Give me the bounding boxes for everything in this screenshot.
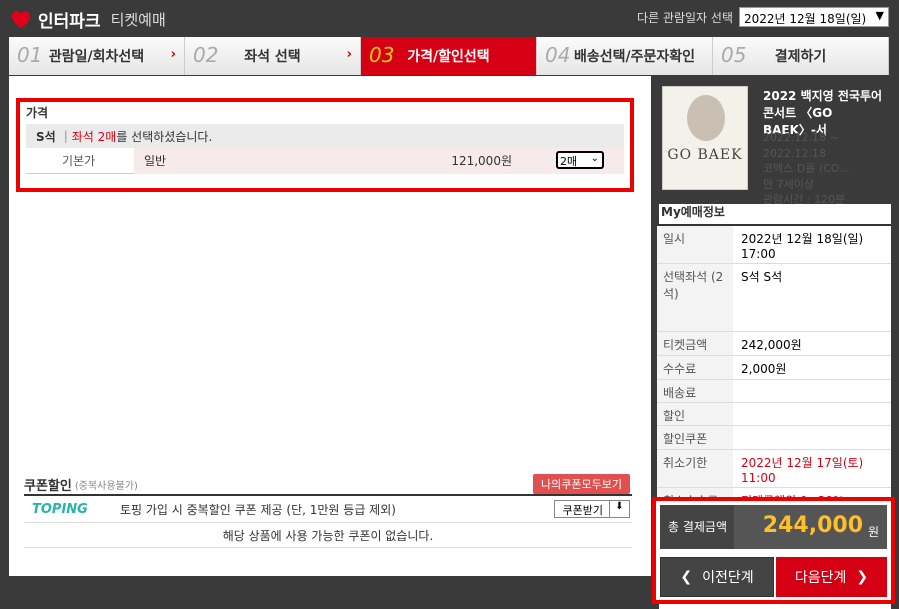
show-runtime: 관람시간 : 120분 <box>763 193 846 206</box>
seat-count-highlight: 좌석 2매 <box>71 129 117 144</box>
info-key: 취소기한 <box>657 450 733 487</box>
step-4[interactable]: 04 배송선택/주문자확인 <box>537 37 713 75</box>
info-row-discount: 할인 <box>657 403 891 426</box>
coupon-note: (중복사용불가) <box>74 480 138 492</box>
info-key: 일시 <box>657 226 733 263</box>
coupon-header: 쿠폰할인 (중복사용불가) 나의쿠폰모두보기 <box>24 474 632 496</box>
price-type: 기본가 <box>62 154 96 168</box>
info-value: S석 S석 <box>741 270 783 284</box>
step-label: 결제하기 <box>774 49 827 65</box>
info-value: 2022년 12월 18일(일) 17:00 <box>741 232 864 261</box>
logo-subtitle: 티켓예매 <box>110 11 166 29</box>
info-key: 티켓금액 <box>657 332 733 355</box>
step-navigation: 01 관람일/회차선택 › 02 좌석 선택 › 03 가격/할인선택 04 배… <box>9 37 889 75</box>
chevron-down-icon: ⌄ <box>590 152 599 164</box>
next-step-label: 다음단계 <box>794 570 847 586</box>
step-label: 가격/할인선택 <box>407 49 490 65</box>
info-row-seats: 선택좌석 (2석) S석 S석 <box>657 264 891 332</box>
show-venue: 코엑스 D홀 (CO... <box>763 162 850 175</box>
date-select-value: 2022년 12월 18일(일) <box>744 12 867 26</box>
coupon-row: TOPING 토핑 가입 시 중복할인 쿠폰 제공 (단, 1만원 등급 제외)… <box>24 497 632 523</box>
poster-title: GO BAEK <box>667 147 743 163</box>
show-info: 2022.12.18 ~ 2022.12.18 코엑스 D홀 (CO... 만 … <box>763 130 889 208</box>
total-bar: 총 결제금액 244,000 원 <box>660 505 887 549</box>
info-value <box>733 403 891 425</box>
info-row-ticket-amount: 티켓금액 242,000원 <box>657 332 891 356</box>
info-key: 배송료 <box>657 380 733 402</box>
chevron-left-icon: ❮ <box>680 569 693 585</box>
step-1[interactable]: 01 관람일/회차선택 › <box>9 37 185 75</box>
info-row-coupon: 할인쿠폰 <box>657 426 891 450</box>
total-unit: 원 <box>867 525 879 539</box>
info-key: 할인쿠폰 <box>657 426 733 449</box>
date-selector: 다른 관람일자 선택 2022년 12월 18일(일) ▼ <box>637 7 889 27</box>
step-label: 배송선택/주문자확인 <box>573 49 696 65</box>
quantity-value: 2매 <box>560 154 578 168</box>
step-5[interactable]: 05 결제하기 <box>713 37 889 75</box>
price-amount: 121,000원 <box>451 154 512 168</box>
download-icon: ⬇ <box>609 501 629 517</box>
chevron-right-icon: › <box>170 47 176 62</box>
seat-grade-row: S석 | 좌석 2매 를 선택하셨습니다. <box>26 124 624 148</box>
chevron-right-icon: ❯ <box>856 569 869 585</box>
chevron-right-icon: › <box>346 47 352 62</box>
step-label: 좌석 선택 <box>244 49 301 65</box>
info-value: 2,000원 <box>741 362 787 376</box>
show-dates: 2022.12.18 ~ 2022.12.18 <box>763 131 839 160</box>
info-value <box>733 426 891 449</box>
logo: 인터파크 티켓예매 <box>10 7 166 32</box>
get-coupon-label: 쿠폰받기 <box>562 504 603 517</box>
info-row-datetime: 일시 2022년 12월 18일(일) 17:00 <box>657 226 891 264</box>
info-value <box>733 380 891 402</box>
info-row-delivery: 배송료 <box>657 380 891 403</box>
logo-text: 인터파크 <box>38 12 101 32</box>
info-key: 수수료 <box>657 356 733 379</box>
get-coupon-button[interactable]: 쿠폰받기 ⬇ <box>553 500 630 518</box>
info-key: 할인 <box>657 403 733 425</box>
date-selector-label: 다른 관람일자 선택 <box>637 10 733 25</box>
step-2[interactable]: 02 좌석 선택 › <box>185 37 361 75</box>
prev-step-label: 이전단계 <box>702 570 754 586</box>
info-row-fee: 수수료 2,000원 <box>657 356 891 380</box>
info-value: 2022년 12월 17일(토) 11:00 <box>741 456 864 485</box>
info-key: 선택좌석 (2석) <box>657 264 733 331</box>
coupon-description: 토핑 가입 시 중복할인 쿠폰 제공 (단, 1만원 등급 제외) <box>120 503 396 517</box>
show-age: 만 7세이상 <box>763 177 814 191</box>
price-section: 가격 S석 | 좌석 2매 를 선택하셨습니다. 기본가 일반 121,000원… <box>16 98 634 192</box>
prev-step-button[interactable]: ❮ 이전단계 <box>660 557 774 597</box>
show-poster: GO BAEK <box>662 86 748 190</box>
price-title: 가격 <box>26 106 49 120</box>
seat-count-message: 를 선택하셨습니다. <box>116 129 213 144</box>
step-label: 관람일/회차선택 <box>48 49 145 65</box>
poster-image <box>687 95 725 141</box>
step-3[interactable]: 03 가격/할인선택 <box>361 37 537 75</box>
total-amount: 244,000 <box>762 513 863 538</box>
coupon-title: 쿠폰할인 <box>24 478 72 494</box>
price-cell: 일반 121,000원 2매 ⌄ <box>134 147 624 174</box>
date-select[interactable]: 2022년 12월 18일(일) ▼ <box>739 7 889 27</box>
price-kind: 일반 <box>144 154 167 168</box>
total-section: 총 결제금액 244,000 원 ❮ 이전단계 다음단계 ❯ <box>652 497 895 604</box>
top-bar: 인터파크 티켓예매 다른 관람일자 선택 2022년 12월 18일(일) ▼ <box>0 0 899 36</box>
toping-logo: TOPING <box>32 502 88 517</box>
seat-grade: S석 <box>36 129 56 144</box>
price-row: 기본가 일반 121,000원 2매 ⌄ <box>26 147 624 174</box>
next-step-button[interactable]: 다음단계 ❯ <box>776 557 887 597</box>
my-booking-title: My예매정보 <box>661 205 725 219</box>
divider: | <box>63 129 68 143</box>
chevron-down-icon: ▼ <box>875 9 884 22</box>
coupon-empty-message: 해당 상품에 사용 가능한 쿠폰이 없습니다. <box>24 524 632 548</box>
my-booking-table: 일시 2022년 12월 18일(일) 17:00 선택좌석 (2석) S석 S… <box>657 224 891 512</box>
info-value: 242,000원 <box>741 338 802 352</box>
total-label: 총 결제금액 <box>660 505 734 549</box>
quantity-select[interactable]: 2매 ⌄ <box>556 150 604 169</box>
heart-logo-icon <box>11 10 31 28</box>
info-row-cancel-deadline: 취소기한 2022년 12월 17일(토) 11:00 <box>657 450 891 488</box>
my-coupons-button[interactable]: 나의쿠폰모두보기 <box>533 474 630 494</box>
